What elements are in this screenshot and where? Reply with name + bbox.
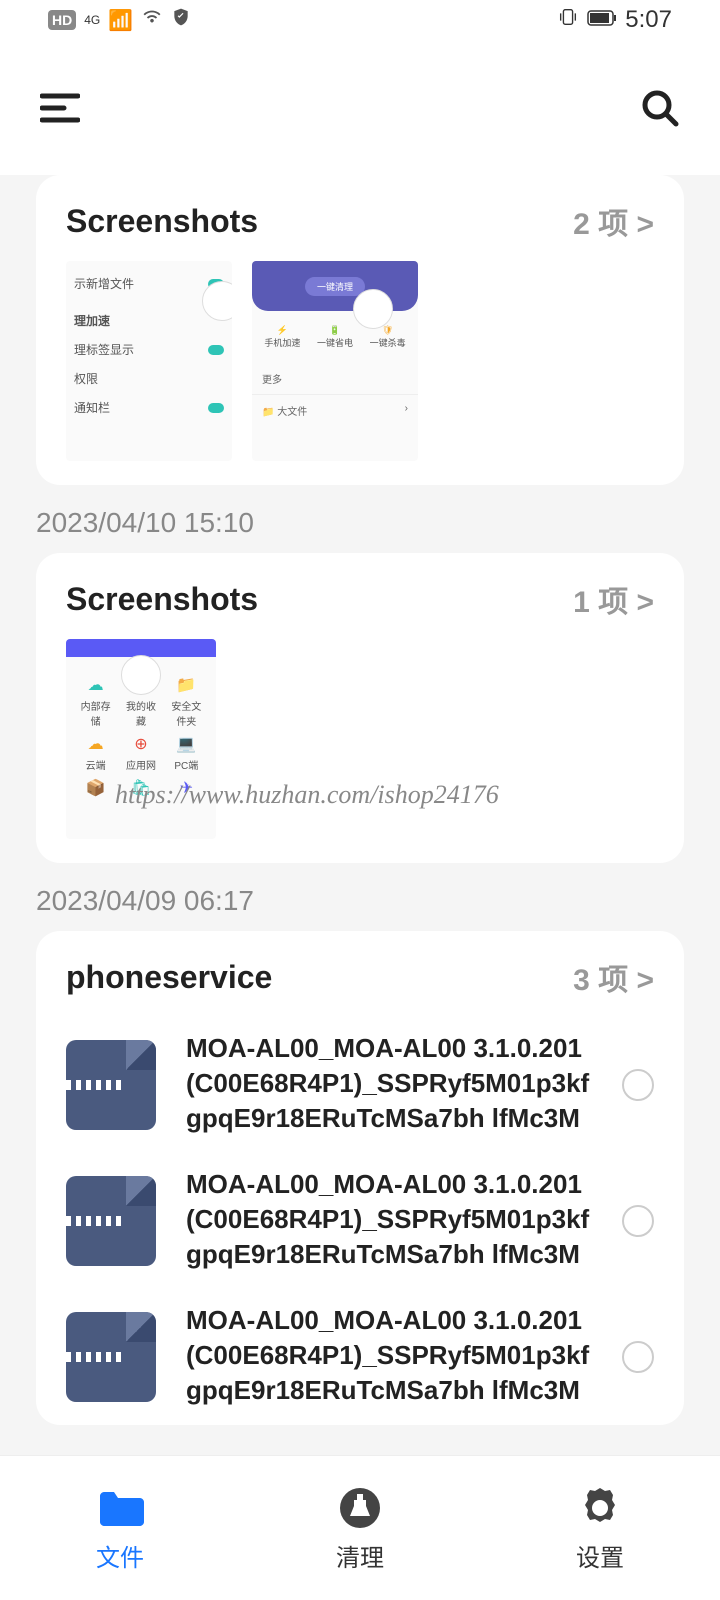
status-left: HD 4G 📶 xyxy=(48,6,191,34)
app-header xyxy=(0,40,720,175)
gear-icon xyxy=(576,1484,624,1532)
menu-button[interactable] xyxy=(36,84,84,132)
thumb-cell: 一键省电 xyxy=(317,336,353,349)
search-button[interactable] xyxy=(636,84,684,132)
nav-label: 文件 xyxy=(96,1538,144,1573)
file-name: MOA-AL00_MOA-AL00 3.1.0.201(C00E68R4P1)_… xyxy=(186,1167,592,1275)
vibrate-icon xyxy=(557,6,579,34)
group-count: 1 项 > xyxy=(573,577,654,621)
group-card: Screenshots 1 项 > ☁内部存储 ★我的收藏 📁安全文件夹 ☁云端… xyxy=(36,553,684,863)
broom-icon xyxy=(336,1484,384,1532)
folder-icon xyxy=(96,1484,144,1532)
file-name: MOA-AL00_MOA-AL00 3.1.0.201(C00E68R4P1)_… xyxy=(186,1031,592,1139)
thumb-cell: PC端 xyxy=(174,761,198,772)
bottom-nav: 文件 清理 设置 xyxy=(0,1455,720,1600)
screenshot-thumbnail[interactable]: 示新增文件 理加速 理标签显示 权限 通知栏 xyxy=(66,261,232,461)
thumbnail-strip: ☁内部存储 ★我的收藏 📁安全文件夹 ☁云端 ⊕应用网 💻PC端 📦 🛍 ✈ xyxy=(66,639,654,839)
content-scroll[interactable]: Screenshots 2 项 > 示新增文件 理加速 理标签显示 权限 通知栏… xyxy=(0,175,720,1425)
group-title: Screenshots xyxy=(66,581,258,618)
thumb-cell: 云端 xyxy=(86,761,106,772)
clock-text: 5:07 xyxy=(625,6,672,34)
wifi-icon xyxy=(141,6,163,34)
signal-icon: 📶 xyxy=(108,8,133,33)
thumb-cell: 一键杀毒 xyxy=(370,336,406,349)
select-checkbox[interactable] xyxy=(622,1205,654,1237)
thumb-cell: 内部存储 xyxy=(81,702,111,728)
thumbnail-strip: 示新增文件 理加速 理标签显示 权限 通知栏 一键清理 ⚡手机加速 🔋一键省电 … xyxy=(66,261,654,461)
file-name: MOA-AL00_MOA-AL00 3.1.0.201(C00E68R4P1)_… xyxy=(186,1303,592,1411)
thumb-row-label: 理加速 xyxy=(74,312,110,329)
thumb-row-label: 示新增文件 xyxy=(74,275,134,292)
thumb-cell: 手机加速 xyxy=(264,336,300,349)
battery-icon xyxy=(587,9,617,32)
hd-icon: HD xyxy=(48,10,76,30)
date-label: 2023/04/09 06:17 xyxy=(36,873,684,931)
screenshot-thumbnail[interactable]: ☁内部存储 ★我的收藏 📁安全文件夹 ☁云端 ⊕应用网 💻PC端 📦 🛍 ✈ xyxy=(66,639,216,839)
group-header[interactable]: Screenshots 2 项 > xyxy=(66,199,654,243)
status-right: 5:07 xyxy=(557,6,672,34)
thumb-bigfile: 大文件 xyxy=(277,407,307,418)
thumb-row-label: 通知栏 xyxy=(74,399,110,416)
status-bar: HD 4G 📶 5:07 xyxy=(0,0,720,40)
select-checkbox[interactable] xyxy=(622,1341,654,1373)
thumb-cell: 安全文件夹 xyxy=(171,702,201,728)
network-4g-icon: 4G xyxy=(84,13,100,27)
group-header[interactable]: phoneservice 3 项 > xyxy=(66,955,654,999)
thumb-more: 更多 xyxy=(262,371,282,386)
select-checkbox[interactable] xyxy=(622,1069,654,1101)
thumb-row-label: 理标签显示 xyxy=(74,341,134,358)
nav-files[interactable]: 文件 xyxy=(0,1456,240,1600)
file-row[interactable]: MOA-AL00_MOA-AL00 3.1.0.201(C00E68R4P1)_… xyxy=(66,1017,654,1153)
thumb-row-label: 权限 xyxy=(74,370,98,387)
screenshot-thumbnail[interactable]: 一键清理 ⚡手机加速 🔋一键省电 🛡一键杀毒 更多 📁 大文件› xyxy=(252,261,418,461)
thumb-cell: 应用网 xyxy=(126,761,156,772)
shield-icon xyxy=(171,7,191,33)
group-card: phoneservice 3 项 > MOA-AL00_MOA-AL00 3.1… xyxy=(36,931,684,1425)
group-header[interactable]: Screenshots 1 项 > xyxy=(66,577,654,621)
nav-clean[interactable]: 清理 xyxy=(240,1456,480,1600)
nav-settings[interactable]: 设置 xyxy=(480,1456,720,1600)
zip-file-icon xyxy=(66,1312,156,1402)
group-card: Screenshots 2 项 > 示新增文件 理加速 理标签显示 权限 通知栏… xyxy=(36,175,684,485)
thumb-pill: 一键清理 xyxy=(305,277,365,296)
zip-file-icon xyxy=(66,1040,156,1130)
file-row[interactable]: MOA-AL00_MOA-AL00 3.1.0.201(C00E68R4P1)_… xyxy=(66,1153,654,1289)
group-title: Screenshots xyxy=(66,203,258,240)
group-title: phoneservice xyxy=(66,959,272,996)
thumb-cell: 我的收藏 xyxy=(126,702,156,728)
group-count: 3 项 > xyxy=(573,955,654,999)
nav-label: 设置 xyxy=(576,1538,624,1573)
date-label: 2023/04/10 15:10 xyxy=(36,495,684,553)
group-count: 2 项 > xyxy=(573,199,654,243)
file-row[interactable]: MOA-AL00_MOA-AL00 3.1.0.201(C00E68R4P1)_… xyxy=(66,1289,654,1425)
zip-file-icon xyxy=(66,1176,156,1266)
nav-label: 清理 xyxy=(336,1538,384,1573)
